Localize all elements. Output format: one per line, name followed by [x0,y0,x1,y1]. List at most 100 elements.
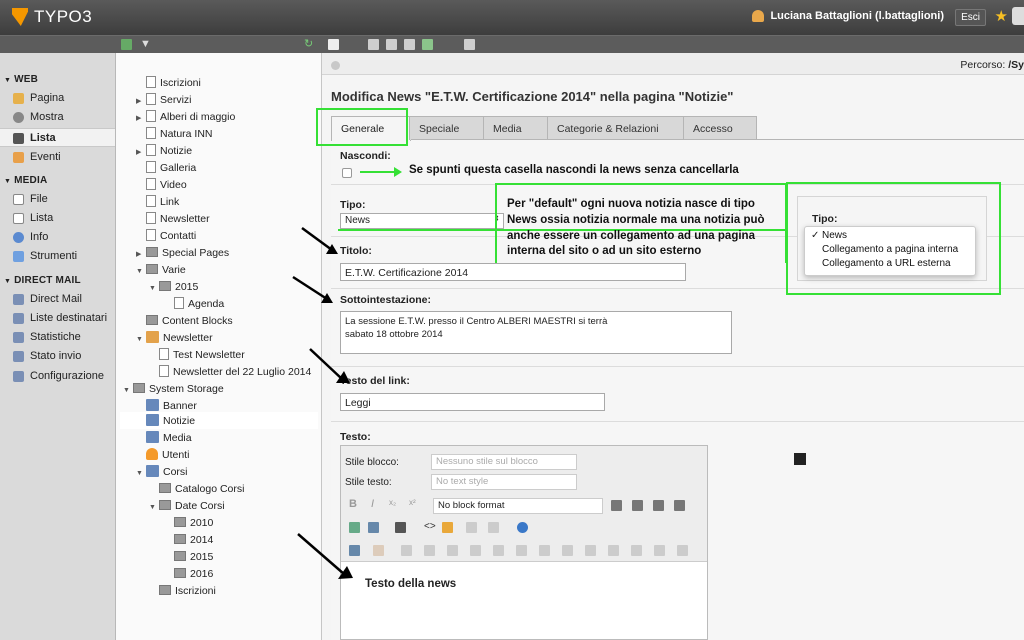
typo3-logo[interactable]: TYPO3 [12,7,92,27]
source-code-icon[interactable]: <> [424,522,436,533]
module-liste-destinatari[interactable]: Liste destinatari [0,309,115,328]
module-eventi[interactable]: Eventi [0,148,115,167]
tree-item[interactable]: ▼ System Storage [123,381,224,397]
block-format-select[interactable]: No block format [433,498,603,514]
tree-item[interactable]: Test Newsletter [149,347,245,363]
tree-item[interactable]: ▼ Corsi [136,464,188,480]
tab-categorie[interactable]: Categorie & Relazioni [547,116,685,140]
tree-item[interactable]: Banner [136,398,197,414]
tree-item[interactable]: 2016 [164,566,213,582]
table-cell-icon[interactable] [373,545,384,556]
tree-item[interactable]: ▼ 2015 [149,279,198,295]
save-new-icon[interactable] [422,39,433,50]
refresh-icon[interactable]: ↻ [304,39,315,50]
tree-item[interactable]: Content Blocks [136,313,233,329]
tree-item[interactable]: Utenti [136,447,189,463]
tree-item[interactable]: ▶ Alberi di maggio [136,109,235,125]
search-icon[interactable] [1012,7,1024,25]
italic-icon[interactable]: I [371,498,382,510]
tree-item[interactable]: ▼ Date Corsi [149,498,225,514]
unordered-list-icon[interactable] [632,500,643,511]
tree-item[interactable]: 2010 [164,515,213,531]
col-delete-icon[interactable] [539,545,550,556]
cell-delete-icon[interactable] [631,545,642,556]
tree-item-selected[interactable]: Notizie [136,413,196,429]
tree-item[interactable]: Link [136,194,179,210]
indent-icon[interactable] [674,500,685,511]
tree-item[interactable]: Media [136,430,192,446]
subscript-icon[interactable]: x₂ [389,498,400,509]
cell-merge-icon[interactable] [654,545,665,556]
tree-item[interactable]: ▼ Newsletter [136,330,213,346]
tree-item[interactable]: ▼ Varie [136,262,186,278]
tree-item[interactable]: ▶ Notizie [136,143,192,159]
row-insert-icon[interactable] [424,545,435,556]
outdent-icon[interactable] [653,500,664,511]
col-split-icon[interactable] [562,545,573,556]
tree-item[interactable]: Iscrizioni [149,583,216,599]
tree-item[interactable]: ▶ Special Pages [136,245,229,261]
tree-item[interactable]: ▶ Servizi [136,92,192,108]
module-file[interactable]: File [0,190,115,209]
clean-icon[interactable] [442,522,453,533]
bold-icon[interactable]: B [349,498,360,510]
tree-item[interactable]: Video [136,177,187,193]
tree-item[interactable]: Agenda [164,296,224,312]
find-icon[interactable] [395,522,406,533]
rte-expand-icon[interactable] [794,453,806,465]
save-close-icon[interactable] [404,39,415,50]
module-lista[interactable]: Lista [0,128,115,147]
cell-icon[interactable] [585,545,596,556]
tab-speciale[interactable]: Speciale [409,116,485,140]
filter-icon[interactable]: ▼ [140,39,151,50]
superscript-icon[interactable]: x² [409,498,420,509]
cell-split-icon[interactable] [677,545,688,556]
module-pagina[interactable]: Pagina [0,89,115,108]
ordered-list-icon[interactable] [611,500,622,511]
module-mostra[interactable]: Mostra [0,108,115,127]
help-icon[interactable] [517,522,528,533]
context-icon[interactable] [331,61,340,70]
tree-item[interactable]: 2015 [164,549,213,565]
tree-item[interactable]: Newsletter del 22 Luglio 2014 [149,364,311,380]
nascondi-checkbox[interactable] [342,168,352,178]
stile-testo-select[interactable]: No text style [431,474,577,490]
testo-link-input[interactable]: Leggi [340,393,605,411]
col-icon[interactable] [493,545,504,556]
save-icon[interactable] [368,39,379,50]
undo-icon[interactable] [466,522,477,533]
sottointestazione-textarea[interactable]: La sessione E.T.W. presso il Centro ALBE… [340,311,732,354]
row-split-icon[interactable] [470,545,481,556]
save-view-icon[interactable] [386,39,397,50]
module-statistiche[interactable]: Statistiche [0,328,115,347]
tab-accesso[interactable]: Accesso [683,116,757,140]
redo-icon[interactable] [488,522,499,533]
row-icon[interactable] [401,545,412,556]
logout-button[interactable]: Esci [955,9,986,26]
group-media[interactable]: MEDIA [4,175,47,186]
group-direct-mail[interactable]: DIRECT MAIL [4,275,81,286]
user-menu[interactable]: Luciana Battaglioni (l.battaglioni) [752,10,944,22]
module-info[interactable]: Info [0,228,115,247]
titolo-input[interactable]: E.T.W. Certificazione 2014 [340,263,686,281]
stile-blocco-select[interactable]: Nessuno stile sul blocco [431,454,577,470]
new-page-icon[interactable] [121,39,132,50]
group-web[interactable]: WEB [4,74,38,85]
tree-item[interactable]: Galleria [136,160,196,176]
table-icon[interactable] [368,522,379,533]
tree-item[interactable]: 2014 [164,532,213,548]
col-insert-icon[interactable] [516,545,527,556]
module-strumenti[interactable]: Strumenti [0,247,115,266]
module-media-lista[interactable]: Lista [0,209,115,228]
close-doc-icon[interactable] [328,39,339,50]
tree-item[interactable]: Iscrizioni [136,75,201,91]
tab-media[interactable]: Media [483,116,549,140]
tree-item[interactable]: Newsletter [136,211,210,227]
tree-item[interactable]: Natura INN [136,126,213,142]
row-delete-icon[interactable] [447,545,458,556]
module-stato-invio[interactable]: Stato invio [0,347,115,366]
cell-insert-icon[interactable] [608,545,619,556]
tree-item[interactable]: Catalogo Corsi [149,481,244,497]
bookmark-star-icon[interactable]: ★ [995,7,1008,25]
rte-body-text[interactable]: Testo della news [365,578,456,590]
